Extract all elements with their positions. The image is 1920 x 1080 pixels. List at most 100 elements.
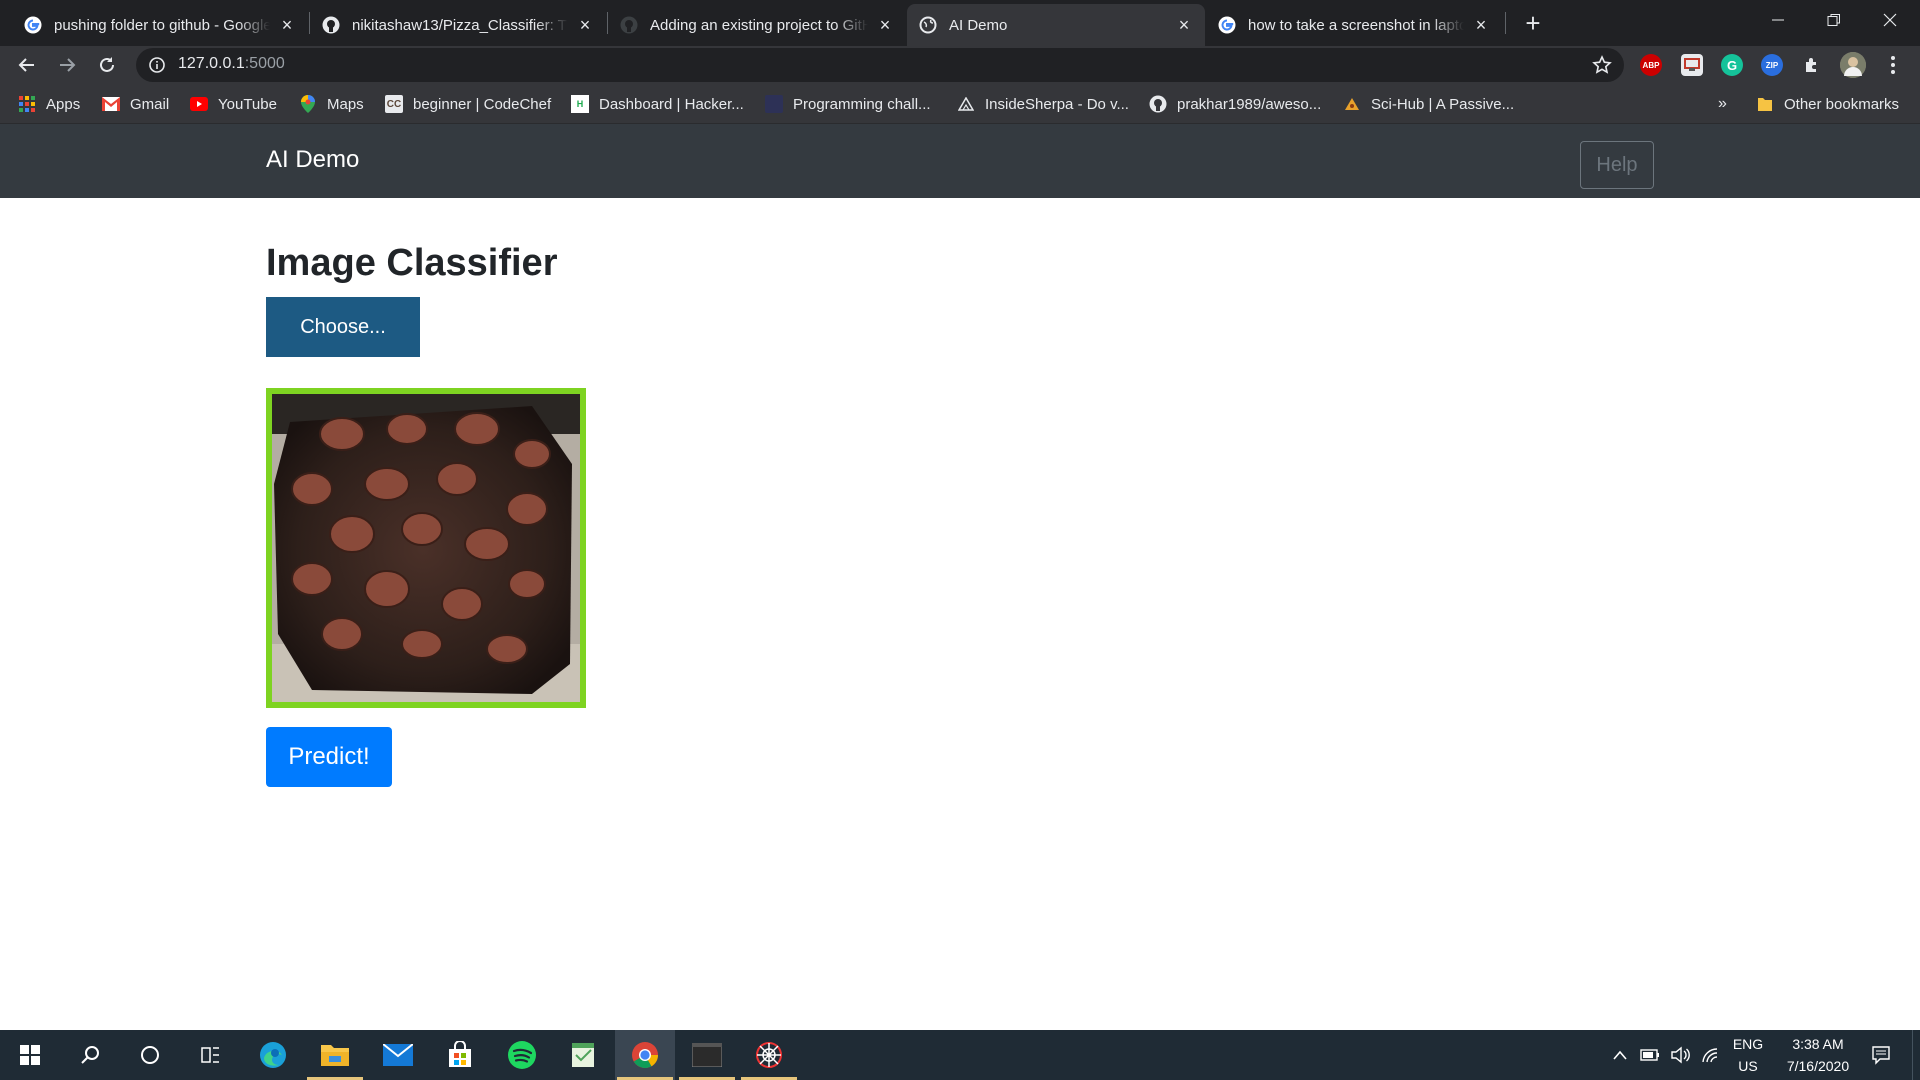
apps-grid-icon [18, 95, 36, 113]
tab-strip: pushing folder to github - Google Search… [0, 0, 1920, 46]
tab-ai-demo[interactable]: AI Demo × [907, 4, 1205, 46]
close-icon[interactable]: × [576, 15, 594, 35]
codechef-icon: CC [385, 95, 403, 113]
notification-center-icon[interactable] [1866, 1030, 1896, 1080]
web-page: AI Demo Help Image Classifier Choose... [0, 124, 1920, 1030]
bookmark-programming-challenges[interactable]: Programming chall... [765, 93, 931, 115]
tab-github-pizza-classifier[interactable]: nikitashaw13/Pizza_Classifier: This × [310, 4, 606, 46]
wifi-icon[interactable] [1698, 1030, 1722, 1080]
github-icon [322, 16, 340, 34]
choose-file-button[interactable]: Choose... [266, 297, 420, 357]
clock-time: 3:38 AM [1792, 1036, 1844, 1052]
hackerrank-icon: H [571, 95, 589, 113]
cortana-icon[interactable] [120, 1030, 180, 1080]
notepad-icon[interactable] [553, 1030, 613, 1080]
adblock-plus-icon[interactable]: ABP [1640, 54, 1662, 76]
github-icon [620, 16, 638, 34]
input-language-indicator[interactable]: ENG US [1728, 1033, 1768, 1077]
tab-title: nikitashaw13/Pizza_Classifier: This [352, 16, 568, 34]
file-explorer-icon[interactable] [305, 1030, 365, 1080]
close-icon[interactable]: × [876, 15, 894, 35]
start-icon[interactable] [0, 1030, 60, 1080]
help-button[interactable]: Help [1580, 141, 1654, 189]
back-button[interactable] [12, 50, 42, 80]
bookmark-label: Apps [46, 95, 81, 113]
zip-label: ZIP [1765, 60, 1779, 70]
bookmark-scihub[interactable]: Sci-Hub | A Passive... [1343, 93, 1514, 115]
tab-title: pushing folder to github - Google Search [54, 16, 270, 34]
address-bar[interactable]: 127.0.0.1:5000 [136, 48, 1624, 82]
volume-icon[interactable] [1668, 1030, 1692, 1080]
bookmarks-bar: Apps Gmail YouTube Maps CC beginner | Co… [0, 84, 1920, 124]
spotify-icon[interactable] [492, 1030, 552, 1080]
browser-menu-icon[interactable] [1882, 54, 1904, 76]
tab-google-search-pushing[interactable]: pushing folder to github - Google Search… [12, 4, 308, 46]
google-icon [24, 16, 42, 34]
profile-avatar[interactable] [1840, 52, 1866, 78]
bookmark-label: beginner | CodeChef [413, 95, 552, 113]
site-info-icon[interactable] [148, 56, 166, 74]
minimize-button[interactable] [1750, 0, 1806, 40]
task-view-icon[interactable] [180, 1030, 240, 1080]
app-brand[interactable]: AI Demo [266, 146, 359, 174]
edge-icon[interactable] [243, 1030, 303, 1080]
folder-icon [1756, 95, 1774, 113]
tab-title: AI Demo [949, 16, 1008, 34]
tab-github-adding-project[interactable]: Adding an existing project to GitHub × [608, 4, 906, 46]
show-desktop-button[interactable] [1912, 1030, 1920, 1080]
bookmark-apps[interactable]: Apps [18, 93, 80, 115]
battery-icon[interactable] [1638, 1030, 1662, 1080]
clock-date: 7/16/2020 [1786, 1058, 1850, 1074]
zip-extension-icon[interactable]: ZIP [1761, 54, 1783, 76]
mail-icon[interactable] [368, 1030, 428, 1080]
other-bookmarks[interactable]: Other bookmarks [1756, 93, 1899, 115]
bookmark-page-icon [765, 95, 783, 113]
reload-icon [100, 57, 114, 72]
bookmark-maps[interactable]: Maps [299, 93, 364, 115]
bookmark-label: Programming chall... [793, 95, 931, 113]
close-icon[interactable]: × [1472, 15, 1490, 35]
search-icon[interactable] [60, 1030, 120, 1080]
reload-button[interactable] [92, 50, 122, 80]
adblock-label: ABP [1642, 60, 1660, 70]
bookmark-gmail[interactable]: Gmail [102, 93, 169, 115]
url-text: 127.0.0.1:5000 [178, 55, 285, 73]
other-bookmarks-label: Other bookmarks [1784, 95, 1900, 113]
store-icon[interactable] [430, 1030, 490, 1080]
bookmark-label: Sci-Hub | A Passive... [1371, 95, 1515, 113]
show-hidden-icons-chevron-icon[interactable] [1608, 1030, 1632, 1080]
language-code: ENG [1732, 1036, 1764, 1052]
close-icon[interactable]: × [278, 15, 296, 35]
screen: pushing folder to github - Google Search… [0, 0, 1920, 1080]
browser-toolbar: 127.0.0.1:5000 ABP G ZIP [0, 46, 1920, 84]
extensions-puzzle-icon[interactable] [1801, 54, 1823, 76]
forward-button[interactable] [52, 50, 82, 80]
bookmarks-overflow-button[interactable]: » [1718, 93, 1727, 115]
tab-title: Adding an existing project to GitHub [650, 16, 868, 34]
new-tab-button[interactable]: + [1518, 8, 1548, 38]
predict-button[interactable]: Predict! [266, 727, 392, 787]
bookmark-codechef[interactable]: CC beginner | CodeChef [385, 93, 551, 115]
overflow-chevron-icon: » [1718, 95, 1727, 112]
bookmark-insidesherpa[interactable]: InsideSherpa - Do v... [957, 93, 1129, 115]
tab-google-search-screenshot[interactable]: how to take a screenshot in laptop × [1206, 4, 1502, 46]
clock[interactable]: 3:38 AM 7/16/2020 [1770, 1033, 1866, 1077]
youtube-icon [190, 95, 208, 113]
bookmark-label: Gmail [130, 95, 170, 113]
bookmark-youtube[interactable]: YouTube [190, 93, 277, 115]
bookmark-hackerrank[interactable]: H Dashboard | Hacker... [571, 93, 744, 115]
grammarly-icon[interactable]: G [1721, 54, 1743, 76]
restore-button[interactable] [1806, 0, 1862, 40]
close-icon[interactable]: × [1175, 15, 1193, 35]
cobweb-app-icon[interactable] [739, 1030, 799, 1080]
bookmark-star-icon[interactable] [1592, 55, 1612, 75]
close-window-button[interactable] [1862, 0, 1918, 40]
cast-extension-icon[interactable] [1681, 54, 1703, 76]
terminal-icon[interactable] [677, 1030, 737, 1080]
bookmark-label: prakhar1989/aweso... [1177, 95, 1322, 113]
bookmark-label: InsideSherpa - Do v... [985, 95, 1129, 113]
chrome-icon[interactable] [615, 1030, 675, 1080]
maps-icon [299, 95, 317, 113]
forward-arrow-icon [60, 58, 76, 72]
bookmark-prakhar-awesome[interactable]: prakhar1989/aweso... [1149, 93, 1321, 115]
